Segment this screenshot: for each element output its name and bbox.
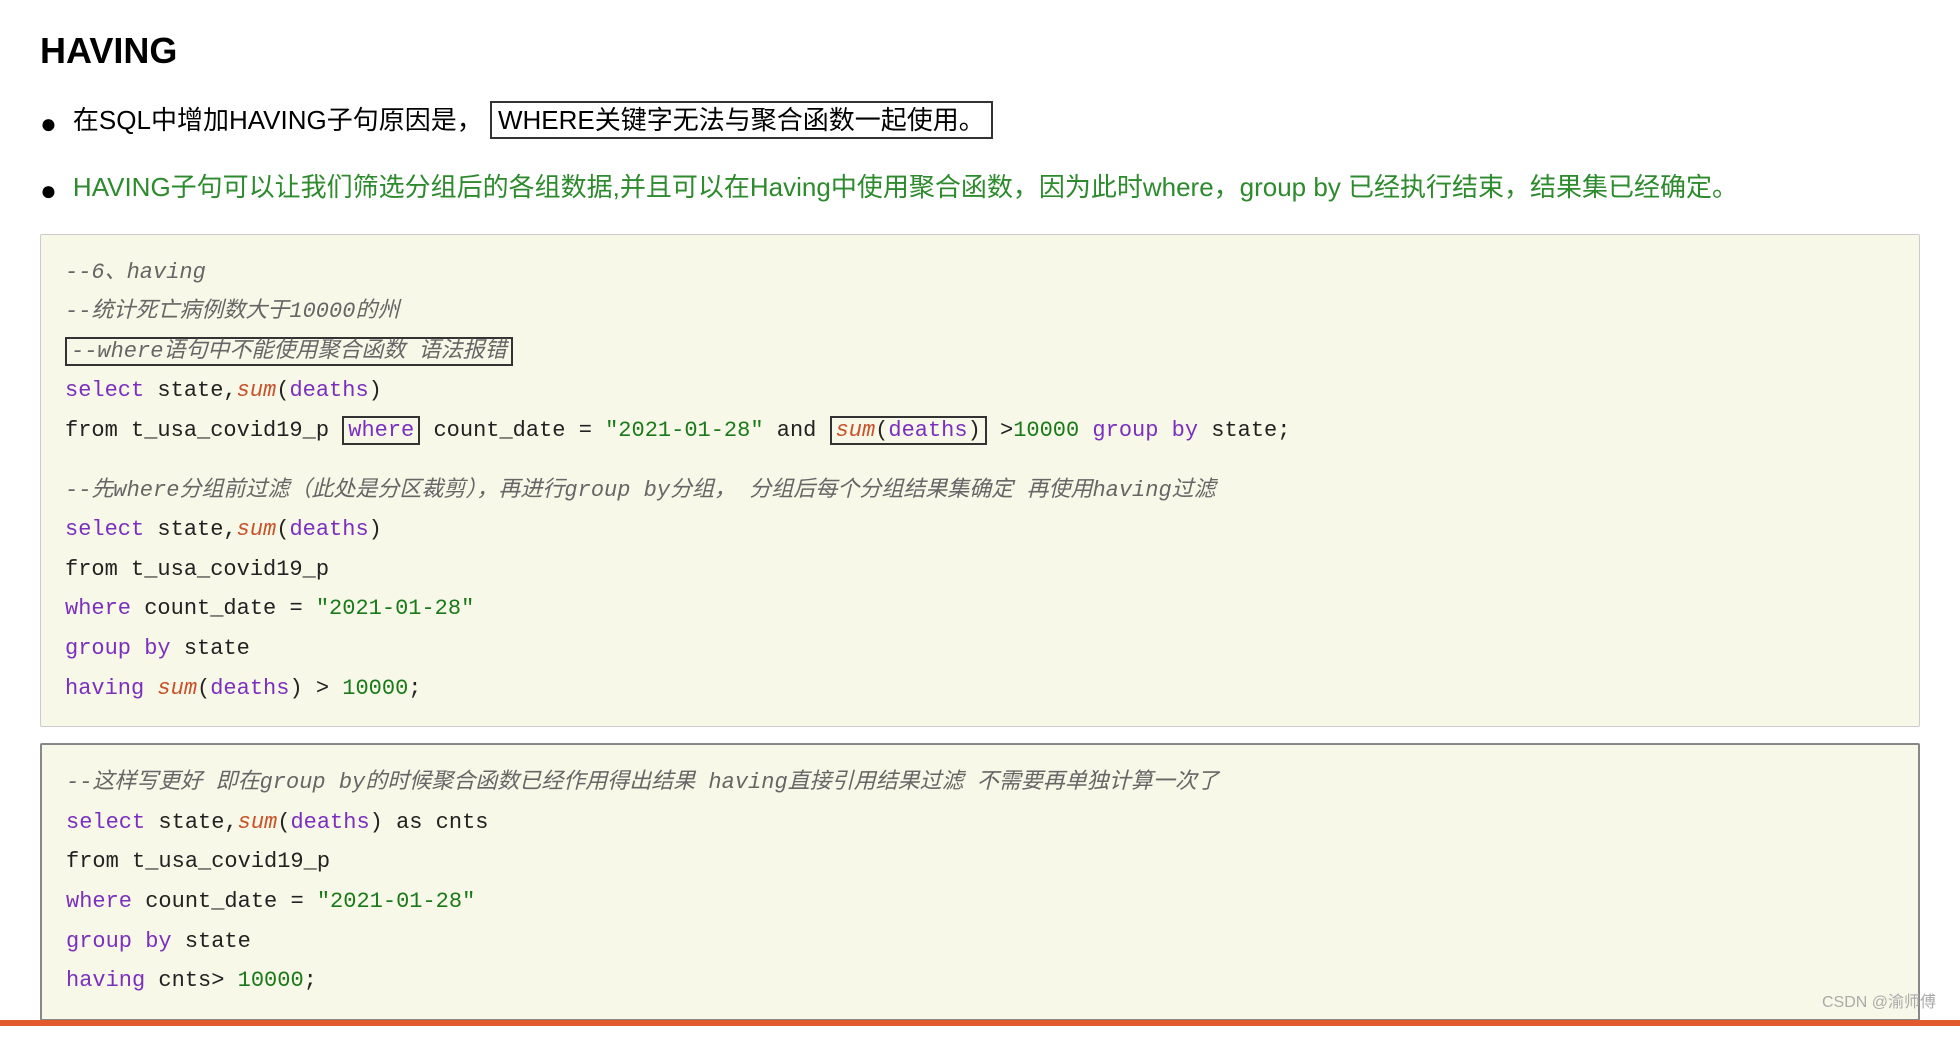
code-block-1: --6、having --统计死亡病例数大于10000的州 --where语句中… [40, 234, 1920, 728]
code-line-groupby-1: group by state [65, 629, 1895, 669]
code-comment-3: --where语句中不能使用聚合函数 语法报错 [65, 332, 1895, 372]
sum-deaths-box: sum(deaths) [830, 416, 987, 445]
code-line-groupby-2: group by state [66, 922, 1894, 962]
code-line-from-2: from t_usa_covid19_p [65, 550, 1895, 590]
page-title: HAVING [40, 30, 1920, 72]
bullet-text-2: HAVING子句可以让我们筛选分组后的各组数据,并且可以在Having中使用聚合… [73, 167, 1738, 209]
bullet-dot-2: ● [40, 169, 57, 214]
where-box: where [342, 416, 420, 445]
bullet-text-1-before: 在SQL中增加HAVING子句原因是， [73, 105, 483, 135]
bullet-dot-1: ● [40, 102, 57, 147]
code-line-from-3: from t_usa_covid19_p [66, 842, 1894, 882]
code-line-where-2: where count_date = "2021-01-28" [65, 589, 1895, 629]
watermark: CSDN @渝师傅 [1822, 988, 1936, 1012]
bullet-item-1: ● 在SQL中增加HAVING子句原因是， WHERE关键字无法与聚合函数一起使… [40, 100, 1920, 147]
code-comment-5: --这样写更好 即在group by的时候聚合函数已经作用得出结果 having… [66, 763, 1894, 803]
bullet-item-2: ● HAVING子句可以让我们筛选分组后的各组数据,并且可以在Having中使用… [40, 167, 1920, 214]
bottom-bar [0, 1020, 1960, 1026]
highlight-where-keyword: WHERE关键字无法与聚合函数一起使用。 [490, 101, 993, 139]
code-line-where-3: where count_date = "2021-01-28" [66, 882, 1894, 922]
code-comment-4: --先where分组前过滤（此处是分区裁剪），再进行group by分组， 分组… [65, 471, 1895, 511]
code-line-select-2: select state,sum(deaths) [65, 510, 1895, 550]
bullet-text-1: 在SQL中增加HAVING子句原因是， WHERE关键字无法与聚合函数一起使用。 [73, 100, 993, 142]
code-line-select-3: select state,sum(deaths) as cnts [66, 803, 1894, 843]
code-line-select-1: select state,sum(deaths) [65, 371, 1895, 411]
code-line-from-where: from t_usa_covid19_p where count_date = … [65, 411, 1895, 451]
code-comment-1: --6、having [65, 253, 1895, 293]
code-line-having-1: having sum(deaths) > 10000; [65, 669, 1895, 709]
code-line-having-2: having cnts> 10000; [66, 961, 1894, 1001]
code-block-3: --这样写更好 即在group by的时候聚合函数已经作用得出结果 having… [40, 743, 1920, 1021]
syntax-error-comment: --where语句中不能使用聚合函数 语法报错 [65, 337, 513, 366]
code-comment-2: --统计死亡病例数大于10000的州 [65, 292, 1895, 332]
